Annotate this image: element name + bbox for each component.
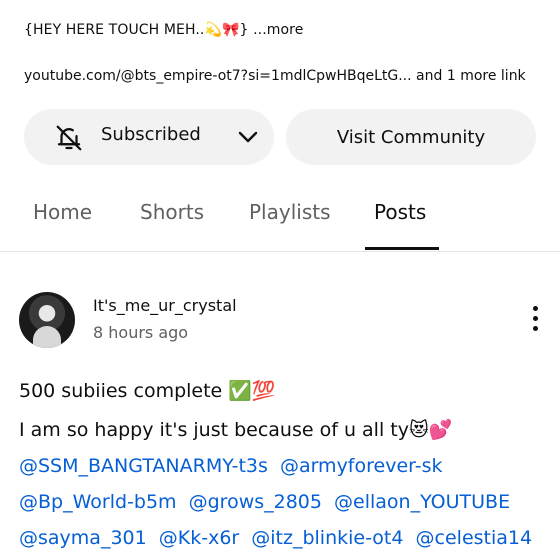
more-links-text[interactable]: and 1 more link — [416, 68, 526, 84]
mention-link[interactable]: @SSM_BANGTANARMY-t3s — [19, 455, 268, 477]
subscribed-button[interactable]: Subscribed — [24, 109, 274, 165]
channel-links[interactable]: youtube.com/@bts_empire-ot7?si=1mdlCpwHB… — [24, 68, 526, 84]
tab-playlists[interactable]: Playlists — [249, 200, 331, 224]
more-vert-icon[interactable] — [528, 306, 542, 336]
channel-description[interactable]: {HEY HERE TOUCH MEH..💫🎀} ...more — [24, 22, 303, 38]
mention-link[interactable]: @itz_blinkie-ot4 — [251, 527, 403, 549]
mentions-row-2: @Bp_World-b5m @grows_2805 @ellaon_YOUTUB… — [19, 491, 516, 513]
avatar[interactable] — [19, 292, 75, 348]
mentions-row-1: @SSM_BANGTANARMY-t3s @armyforever-sk — [19, 455, 449, 477]
post-time: 8 hours ago — [93, 323, 189, 342]
more-link[interactable]: ...more — [253, 22, 303, 38]
mention-link[interactable]: @Kk-x6r — [159, 527, 239, 549]
mentions-row-3: @sayma_301 @Kk-x6r @itz_blinkie-ot4 @cel… — [19, 527, 538, 549]
channel-link[interactable]: youtube.com/@bts_empire-ot7?si=1mdlCpwHB… — [24, 68, 412, 84]
tab-shorts[interactable]: Shorts — [140, 200, 204, 224]
mention-link[interactable]: @sayma_301 — [19, 527, 147, 549]
visit-community-button[interactable]: Visit Community — [286, 109, 536, 165]
channel-tabs: Home Shorts Playlists Posts — [0, 190, 560, 252]
mention-link[interactable]: @armyforever-sk — [280, 455, 443, 477]
chevron-down-icon — [238, 131, 258, 143]
mention-link[interactable]: @grows_2805 — [189, 491, 322, 513]
tab-posts[interactable]: Posts — [374, 200, 426, 224]
bell-off-icon — [56, 125, 82, 151]
post-author[interactable]: It's_me_ur_crystal — [93, 296, 237, 315]
active-tab-indicator — [365, 247, 439, 250]
description-text: {HEY HERE TOUCH MEH..💫🎀} — [24, 22, 249, 38]
post-line-1: 500 subiies complete ✅💯 — [19, 380, 276, 402]
mention-link[interactable]: @ellaon_YOUTUBE — [334, 491, 510, 513]
visit-community-label: Visit Community — [336, 126, 486, 148]
mention-link[interactable]: @Bp_World-b5m — [19, 491, 177, 513]
tab-home[interactable]: Home — [33, 200, 92, 224]
post-line-2: I am so happy it's just because of u all… — [19, 419, 453, 441]
subscribed-label: Subscribed — [101, 124, 201, 145]
mention-link[interactable]: @celestia14 — [416, 527, 533, 549]
